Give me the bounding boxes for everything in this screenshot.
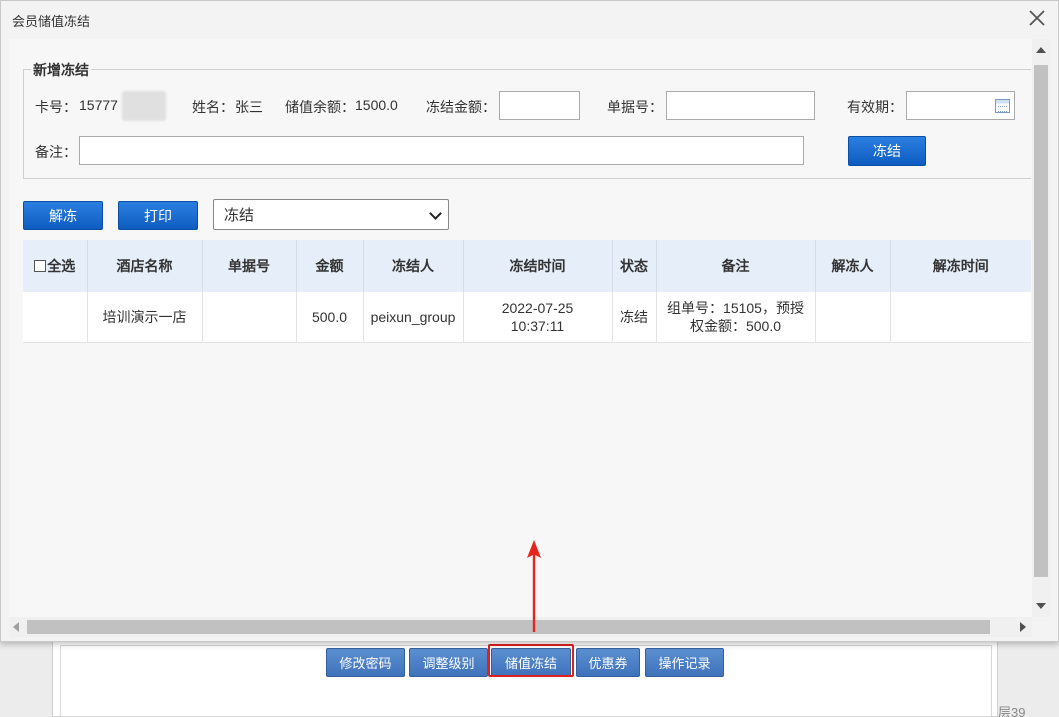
freeze-time: 10:37:11 [510,317,565,334]
background-corner-text: 层39 [998,705,1026,717]
column-header: 解冻时间 [890,240,1031,292]
adjust-level-button[interactable]: 调整级别 [409,648,488,677]
receipt-label: 单据号： [607,99,663,115]
select-all-header[interactable]: 全选 [23,240,88,292]
status-select-value: 冻结 [224,207,255,224]
name-value: 张三 [235,99,263,115]
operation-log-button[interactable]: 操作记录 [645,648,724,677]
balance-label: 储值余额： [285,99,355,115]
column-header: 酒店名称 [87,240,203,292]
freeze-button[interactable]: 冻结 [848,136,926,166]
vertical-scroll-thumb[interactable] [1034,65,1048,577]
remark-line: 权金额：500.0 [689,317,782,334]
dialog-title: 会员储值冻结 [12,14,91,29]
unfreezer-cell [815,292,891,343]
freeze-amount-label: 冻结金额： [426,99,496,115]
horizontal-scrollbar[interactable] [9,617,1032,637]
change-password-button[interactable]: 修改密码 [326,648,405,677]
remark-input[interactable] [79,136,804,165]
table-row[interactable]: 培训演示一店 500.0 peixun_group 2022-07-25 10:… [23,292,1031,343]
status-cell: 冻结 [612,292,657,343]
column-header: 解冻人 [815,240,891,292]
print-button[interactable]: 打印 [118,201,198,230]
validity-date-input[interactable] [906,91,1015,120]
amount-cell: 500.0 [296,292,364,343]
red-arrow-icon [527,540,541,632]
column-header: 金额 [296,240,364,292]
column-header: 单据号 [202,240,297,292]
unfreeze-time-cell [890,292,1031,343]
scroll-right-icon[interactable] [1020,622,1026,632]
fieldset-legend: 新增冻结 [31,60,91,80]
card-value: 15777 [79,97,118,113]
scroll-left-icon[interactable] [13,622,19,632]
name-label: 姓名： [192,99,234,115]
freeze-time-cell: 2022-07-25 10:37:11 [463,292,613,343]
coupon-button[interactable]: 优惠券 [576,648,640,677]
unfreeze-button[interactable]: 解冻 [23,201,103,230]
operator-cell: peixun_group [363,292,464,343]
remark-line: 组单号：15105，预授 [667,299,804,316]
column-header: 备注 [656,240,816,292]
balance-value: 1500.0 [355,97,398,113]
freeze-records-table: 全选 酒店名称 单据号 金额 冻结人 冻结时间 状态 备注 解冻人 解冻时间 培… [23,240,1031,343]
select-all-label: 全选 [47,258,76,274]
dialog-content: 新增冻结 卡号： 15777 姓名： 张三 储值余额： 1500.0 冻结金额：… [9,39,1032,617]
receipt-input[interactable] [666,91,815,120]
scroll-down-icon[interactable] [1036,603,1046,609]
receipt-cell [202,292,297,343]
hotel-cell: 培训演示一店 [87,292,203,343]
row-select-cell[interactable] [23,292,88,343]
calendar-icon[interactable] [995,99,1010,113]
highlight-box [488,644,574,677]
validity-label: 有效期： [847,99,903,115]
scroll-up-icon[interactable] [1036,47,1046,53]
column-header: 状态 [612,240,657,292]
remark-label: 备注： [35,144,77,160]
column-header: 冻结时间 [463,240,613,292]
select-all-checkbox[interactable] [34,260,47,272]
chevron-down-icon [429,207,442,220]
status-select[interactable]: 冻结 [213,199,449,230]
vertical-scrollbar[interactable] [1032,39,1050,617]
remark-cell: 组单号：15105，预授 权金额：500.0 [656,292,816,343]
freeze-date: 2022-07-25 [501,299,574,316]
card-label: 卡号： [35,99,77,115]
close-icon[interactable] [1027,9,1047,29]
freeze-amount-input[interactable] [499,91,580,120]
table-header-row: 全选 酒店名称 单据号 金额 冻结人 冻结时间 状态 备注 解冻人 解冻时间 [23,240,1031,292]
horizontal-scroll-thumb[interactable] [27,620,990,634]
column-header: 冻结人 [363,240,464,292]
card-number-mask [122,91,166,121]
